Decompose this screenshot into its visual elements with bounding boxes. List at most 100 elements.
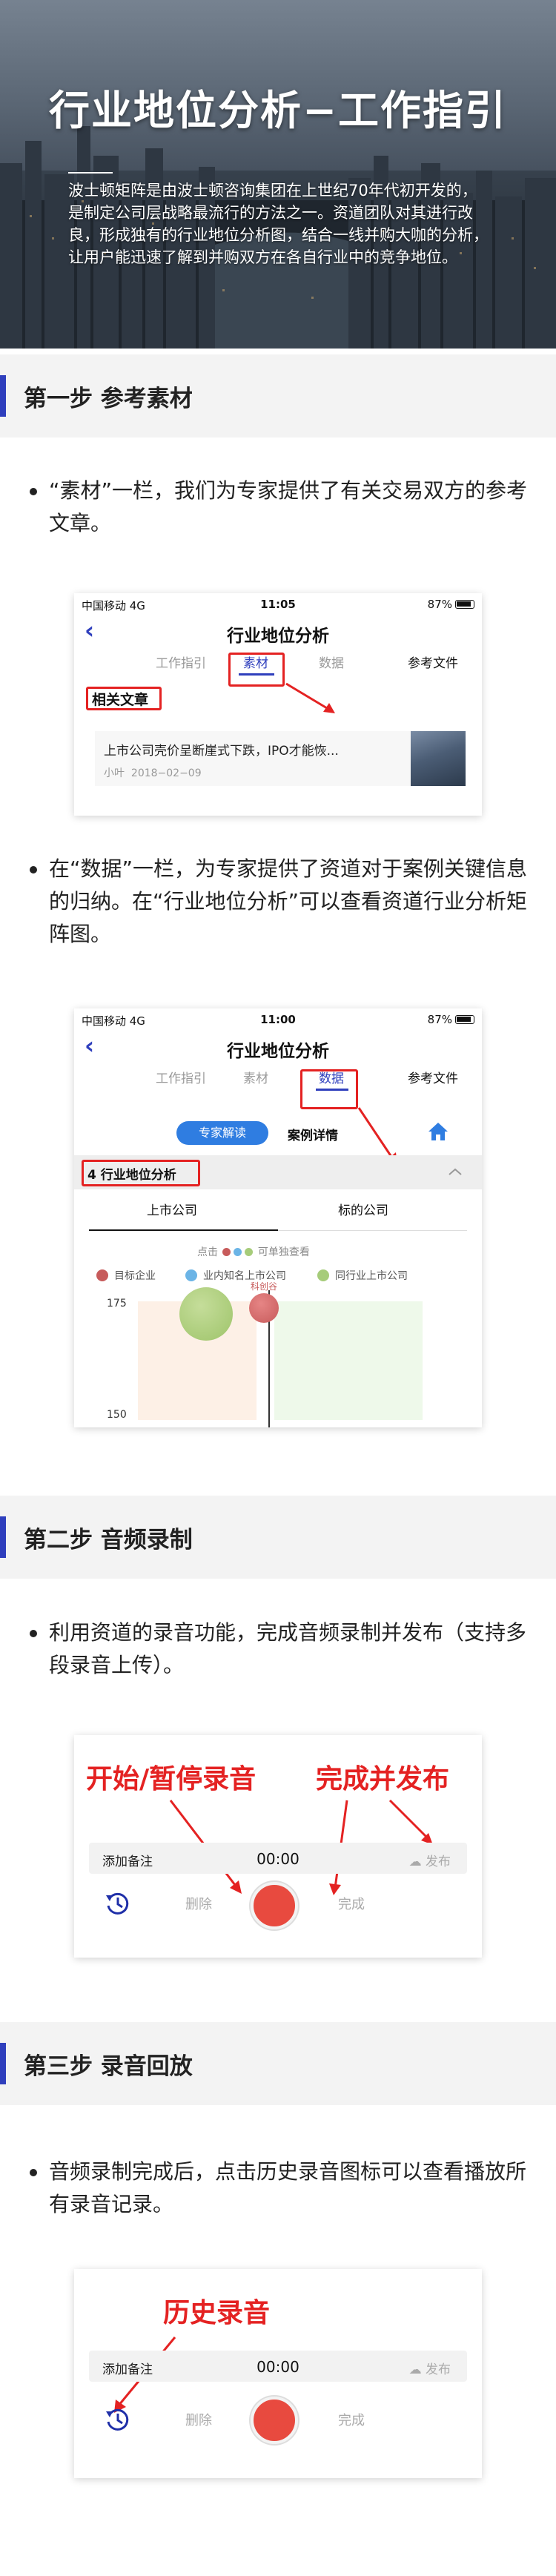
battery-indicator: 87% bbox=[428, 598, 474, 611]
tab-guide[interactable]: 工作指引 bbox=[156, 653, 206, 671]
hero-title: 行业地位分析−工作指引 bbox=[48, 87, 508, 134]
y-tick: 175 bbox=[107, 1298, 127, 1310]
delete-button[interactable]: 删除 bbox=[185, 1894, 212, 1913]
tab-references[interactable]: 参考文件 bbox=[408, 653, 458, 671]
hero-banner: 行业地位分析−工作指引 波士顿矩阵是由波士顿咨询集团在上世纪70年代初开发的，是… bbox=[0, 0, 556, 349]
legend-peer[interactable]: 同行业上市公司 bbox=[317, 1268, 408, 1283]
tab-references[interactable]: 参考文件 bbox=[408, 1068, 458, 1086]
hero-divider bbox=[68, 172, 113, 174]
step-header-2: 第二步 音频录制 bbox=[0, 1496, 556, 1579]
bullet-dot bbox=[30, 2169, 37, 2176]
record-button[interactable] bbox=[251, 1882, 298, 1929]
mini-dot-known[interactable] bbox=[234, 1248, 242, 1256]
bullet-text: “素材”一栏，我们为专家提供了有关交易双方的参考文章。 bbox=[49, 478, 528, 535]
page: 行业地位分析−工作指引 波士顿矩阵是由波士顿咨询集团在上世纪70年代初开发的，是… bbox=[0, 0, 556, 2576]
callout-finish-publish: 完成并发布 bbox=[316, 1764, 450, 1794]
section-heading-articles: 相关文章 bbox=[92, 692, 149, 708]
section-heading-analysis: 4 行业地位分析 bbox=[87, 1168, 176, 1183]
bullet-dot bbox=[30, 488, 37, 495]
subtab-listed[interactable]: 上市公司 bbox=[147, 1200, 197, 1218]
bullet-text: 利用资道的录音功能，完成音频录制并发布（支持多段录音上传）。 bbox=[49, 1620, 527, 1677]
mini-dot-peer[interactable] bbox=[245, 1248, 254, 1256]
bubble-label: 科创谷 bbox=[251, 1281, 278, 1292]
bullet-text: 在“数据”一栏，为专家提供了资道对于案例关键信息的归纳。在“行业地位分析”可以查… bbox=[49, 856, 528, 946]
history-icon[interactable] bbox=[104, 1889, 132, 1918]
expert-view-button[interactable]: 专家解读 bbox=[176, 1121, 268, 1145]
analysis-section-bar[interactable]: 4 行业地位分析 bbox=[74, 1155, 482, 1189]
subtab-underline bbox=[89, 1229, 278, 1231]
record-button[interactable] bbox=[251, 2397, 298, 2444]
cloud-upload-icon: ☁ bbox=[408, 2362, 422, 2377]
legend-dot bbox=[317, 1269, 329, 1281]
battery-level: 87% bbox=[427, 1013, 452, 1026]
mini-dot-target[interactable] bbox=[222, 1248, 231, 1256]
article-item[interactable]: 上市公司壳价呈断崖式下跌，IPO才能恢... 小叶 2018−02−09 bbox=[95, 731, 466, 786]
legend-dot bbox=[185, 1269, 197, 1281]
hint-prefix: 点击 bbox=[197, 1246, 218, 1258]
nav-bar: ‹ 行业地位分析 bbox=[74, 1029, 482, 1062]
bullet-playback: 音频录制完成后，点击历史录音图标可以查看播放所有录音记录。 bbox=[30, 2156, 534, 2221]
bubble-target[interactable] bbox=[249, 1293, 279, 1323]
article-thumbnail bbox=[411, 731, 466, 786]
battery-icon bbox=[455, 1015, 474, 1024]
callout-history: 历史录音 bbox=[163, 2298, 271, 2328]
tab-guide[interactable]: 工作指引 bbox=[156, 1068, 206, 1086]
bubble-peer[interactable] bbox=[179, 1287, 233, 1341]
publish-button[interactable]: ☁ 发布 bbox=[409, 1851, 451, 1869]
legend-dot bbox=[96, 1269, 108, 1281]
hint-suffix: 可单独查看 bbox=[257, 1246, 310, 1258]
bullet-materials: “素材”一栏，我们为专家提供了有关交易双方的参考文章。 bbox=[30, 475, 534, 540]
subtab-target[interactable]: 标的公司 bbox=[338, 1200, 388, 1218]
bullet-text: 音频录制完成后，点击历史录音图标可以查看播放所有录音记录。 bbox=[49, 2159, 527, 2216]
callout-start-pause: 开始/暂停录音 bbox=[86, 1764, 257, 1794]
clock: 11:00 bbox=[260, 1013, 296, 1026]
step-accent-bar bbox=[0, 375, 6, 417]
step-header-1: 第一步 参考素材 bbox=[0, 354, 556, 437]
complete-button[interactable]: 完成 bbox=[338, 1894, 365, 1913]
legend-label: 同行业上市公司 bbox=[335, 1270, 408, 1282]
phone-screenshot-data: 中国移动 4G 11:00 87% ‹ 行业地位分析 工作指引 素材 数据 参考… bbox=[74, 1008, 482, 1427]
recorder-bar: 添加备注 00:00 ☁ 发布 bbox=[89, 2351, 467, 2382]
step-accent-bar bbox=[0, 1516, 6, 1558]
recorder-bar: 添加备注 00:00 ☁ 发布 bbox=[89, 1843, 467, 1874]
bullet-dot bbox=[30, 1630, 37, 1637]
step-title: 第二步 音频录制 bbox=[24, 1527, 193, 1553]
case-detail-tab[interactable]: 案例详情 bbox=[288, 1125, 338, 1143]
home-icon[interactable] bbox=[427, 1121, 449, 1142]
battery-level: 87% bbox=[427, 598, 452, 611]
phone-screenshot-materials: 中国移动 4G 11:05 87% ‹ 行业地位分析 工作指引 素材 数据 参考… bbox=[74, 593, 482, 816]
clock: 11:05 bbox=[260, 598, 296, 611]
cloud-upload-icon: ☁ bbox=[408, 1855, 422, 1869]
tab-data[interactable]: 数据 bbox=[319, 653, 344, 671]
tab-materials[interactable]: 素材 bbox=[243, 1068, 268, 1086]
legend-label: 目标企业 bbox=[114, 1270, 156, 1282]
publish-label: 发布 bbox=[426, 1855, 451, 1869]
highlight-box-materials bbox=[228, 653, 285, 687]
pointer-arrow bbox=[285, 682, 335, 713]
screen-title: 行业地位分析 bbox=[227, 627, 329, 646]
legend-target[interactable]: 目标企业 bbox=[96, 1268, 156, 1283]
publish-label: 发布 bbox=[426, 2362, 451, 2377]
bullet-dot bbox=[30, 866, 37, 873]
delete-button[interactable]: 删除 bbox=[185, 2410, 212, 2429]
battery-indicator: 87% bbox=[428, 1013, 474, 1026]
y-tick: 150 bbox=[107, 1409, 127, 1421]
screen-title: 行业地位分析 bbox=[227, 1042, 329, 1061]
bullet-record: 利用资道的录音功能，完成音频录制并发布（支持多段录音上传）。 bbox=[30, 1616, 534, 1682]
bullet-data: 在“数据”一栏，为专家提供了资道对于案例关键信息的归纳。在“行业地位分析”可以查… bbox=[30, 853, 534, 951]
article-date: 2018−02−09 bbox=[130, 767, 202, 779]
complete-button[interactable]: 完成 bbox=[338, 2410, 365, 2429]
quadrant-right bbox=[274, 1301, 423, 1420]
article-meta: 小叶 2018−02−09 bbox=[104, 765, 202, 780]
recorder-panel-record: 开始/暂停录音 完成并发布 添加备注 00:00 ☁ 发布 删除 完成 bbox=[74, 1735, 482, 1958]
article-title: 上市公司壳价呈断崖式下跌，IPO才能恢... bbox=[104, 744, 339, 759]
chevron-up-icon[interactable] bbox=[448, 1167, 463, 1176]
step-title: 第一步 参考素材 bbox=[24, 386, 193, 412]
step-title: 第三步 录音回放 bbox=[24, 2053, 193, 2080]
section-heading-wrap: 相关文章 bbox=[86, 687, 205, 710]
recorder-panel-history: 历史录音 添加备注 00:00 ☁ 发布 删除 完成 bbox=[74, 2269, 482, 2478]
highlight-box-data bbox=[300, 1069, 358, 1109]
status-bar: 中国移动 4G 11:00 87% bbox=[74, 1008, 482, 1029]
publish-button[interactable]: ☁ 发布 bbox=[409, 2359, 451, 2377]
history-icon[interactable] bbox=[104, 2405, 132, 2434]
